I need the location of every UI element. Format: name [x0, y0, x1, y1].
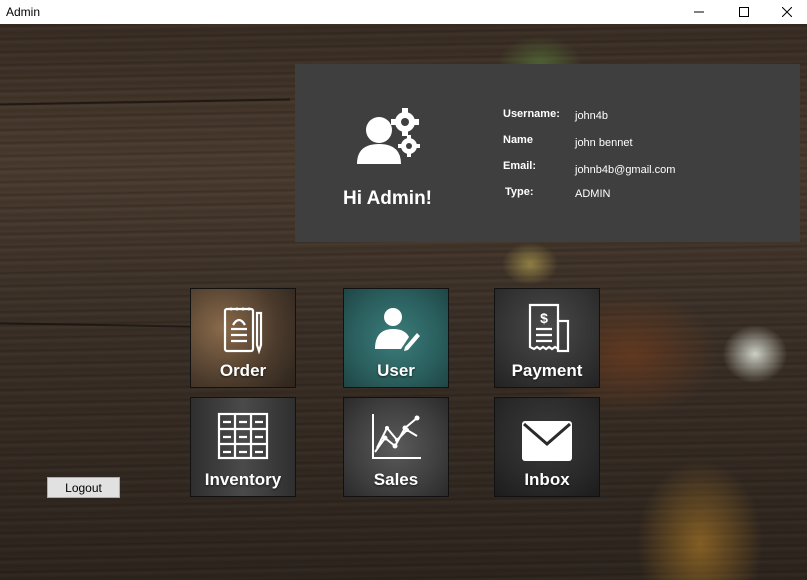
email-value: johnb4b@gmail.com [575, 164, 676, 176]
type-label: Type: [505, 186, 534, 198]
inventory-label: Inventory [204, 470, 282, 489]
user-label: User [377, 361, 415, 380]
title-bar: Admin [0, 0, 807, 24]
window-title: Admin [6, 5, 41, 19]
user-icon [375, 308, 420, 351]
name-value: john bennet [575, 137, 633, 149]
payment-tile[interactable]: $ Payment [494, 288, 600, 388]
close-button[interactable] [766, 0, 807, 24]
order-label: Order [219, 361, 267, 380]
profile-panel: Hi Admin! Username: john4b Name john ben… [295, 64, 800, 242]
logout-button[interactable]: Logout [47, 477, 120, 498]
name-label: Name [503, 134, 533, 146]
greeting-heading: Hi Admin! [343, 188, 433, 209]
close-icon [781, 7, 792, 17]
payment-label: Payment [511, 361, 583, 380]
minimize-button[interactable] [676, 0, 722, 24]
email-label: Email: [503, 160, 537, 172]
sales-label: Sales [373, 470, 419, 489]
maximize-button[interactable] [721, 0, 767, 24]
inbox-icon [522, 421, 572, 461]
wood-grain [0, 322, 201, 328]
svg-text:$: $ [540, 310, 548, 326]
order-icon [223, 307, 263, 355]
inbox-label: Inbox [524, 470, 570, 489]
type-value: ADMIN [575, 188, 611, 200]
sales-tile[interactable]: Sales [343, 397, 449, 497]
inbox-tile[interactable]: Inbox [494, 397, 600, 497]
inventory-tile[interactable]: Inventory [190, 397, 296, 497]
wood-grain [0, 98, 290, 106]
minimize-icon [694, 11, 704, 13]
order-tile[interactable]: Order [190, 288, 296, 388]
user-tile[interactable]: User [343, 288, 449, 388]
background-image: Hi Admin! Username: john4b Name john ben… [0, 24, 807, 580]
sales-icon [372, 414, 421, 459]
username-value: john4b [575, 110, 609, 122]
maximize-icon [739, 7, 749, 17]
user-gear-icon [357, 108, 420, 164]
username-label: Username: [503, 108, 560, 120]
payment-icon: $ [528, 303, 570, 353]
inventory-icon [217, 412, 269, 460]
